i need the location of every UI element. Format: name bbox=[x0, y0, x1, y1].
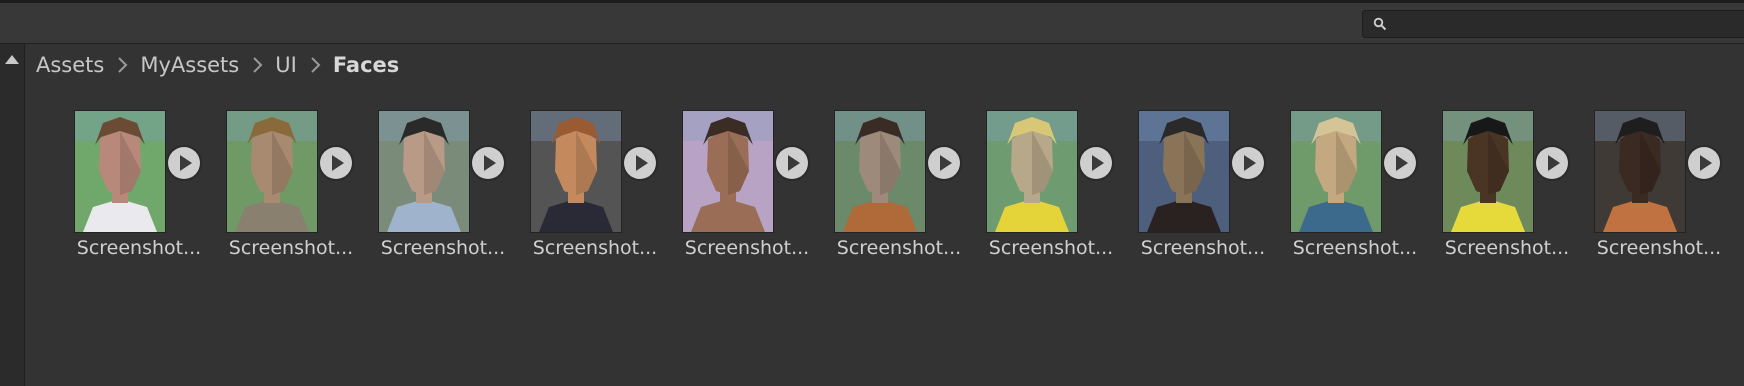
asset-thumbnail[interactable] bbox=[1442, 110, 1534, 233]
breadcrumb-item-myassets[interactable]: MyAssets bbox=[138, 53, 241, 77]
asset-tile[interactable]: Screenshot... bbox=[682, 110, 834, 270]
play-icon[interactable] bbox=[624, 147, 656, 179]
play-icon[interactable] bbox=[1536, 147, 1568, 179]
breadcrumb-item-ui[interactable]: UI bbox=[273, 53, 299, 77]
play-triangle bbox=[180, 155, 192, 171]
asset-tile[interactable]: Screenshot... bbox=[378, 110, 530, 270]
asset-tile[interactable]: Screenshot... bbox=[1290, 110, 1442, 270]
play-triangle bbox=[1700, 155, 1712, 171]
play-icon[interactable] bbox=[1384, 147, 1416, 179]
asset-tile[interactable]: Screenshot... bbox=[226, 110, 378, 270]
asset-tile[interactable]: Screenshot... bbox=[986, 110, 1138, 270]
play-triangle bbox=[940, 155, 952, 171]
breadcrumb: Assets MyAssets UI Faces bbox=[34, 48, 401, 82]
asset-thumbnail[interactable] bbox=[530, 110, 622, 233]
play-triangle bbox=[332, 155, 344, 171]
asset-label: Screenshot... bbox=[1140, 237, 1266, 259]
asset-label: Screenshot... bbox=[76, 237, 202, 259]
asset-thumbnail[interactable] bbox=[1594, 110, 1686, 233]
asset-tile[interactable]: Screenshot... bbox=[530, 110, 682, 270]
project-browser-window: Assets MyAssets UI Faces Screenshot... Sc… bbox=[0, 0, 1744, 386]
breadcrumb-item-assets[interactable]: Assets bbox=[34, 53, 106, 77]
search-icon bbox=[1373, 17, 1387, 31]
asset-label: Screenshot... bbox=[228, 237, 354, 259]
play-triangle bbox=[1548, 155, 1560, 171]
asset-label: Screenshot... bbox=[836, 237, 962, 259]
asset-label: Screenshot... bbox=[684, 237, 810, 259]
folder-tree-panel bbox=[0, 44, 25, 386]
play-triangle bbox=[1396, 155, 1408, 171]
search-field[interactable] bbox=[1362, 10, 1744, 38]
asset-thumbnail[interactable] bbox=[682, 110, 774, 233]
play-icon[interactable] bbox=[776, 147, 808, 179]
play-triangle bbox=[1244, 155, 1256, 171]
asset-label: Screenshot... bbox=[1292, 237, 1418, 259]
asset-thumbnail[interactable] bbox=[378, 110, 470, 233]
asset-tile[interactable]: Screenshot... bbox=[1138, 110, 1290, 270]
play-icon[interactable] bbox=[1080, 147, 1112, 179]
asset-label: Screenshot... bbox=[1596, 237, 1722, 259]
asset-label: Screenshot... bbox=[532, 237, 658, 259]
asset-grid: Screenshot... Screenshot... Screenshot... S… bbox=[25, 88, 1744, 386]
chevron-right-icon bbox=[253, 57, 263, 73]
play-triangle bbox=[1092, 155, 1104, 171]
play-icon[interactable] bbox=[320, 147, 352, 179]
asset-label: Screenshot... bbox=[988, 237, 1114, 259]
asset-thumbnail[interactable] bbox=[1138, 110, 1230, 233]
asset-thumbnail[interactable] bbox=[226, 110, 318, 233]
asset-tile[interactable]: Screenshot... bbox=[1442, 110, 1594, 270]
asset-thumbnail[interactable] bbox=[1290, 110, 1382, 233]
play-icon[interactable] bbox=[472, 147, 504, 179]
breadcrumb-item-faces[interactable]: Faces bbox=[331, 53, 401, 77]
chevron-right-icon bbox=[118, 57, 128, 73]
asset-tile[interactable]: Screenshot... bbox=[1594, 110, 1744, 270]
play-triangle bbox=[636, 155, 648, 171]
chevron-right-icon bbox=[311, 57, 321, 73]
asset-tile[interactable]: Screenshot... bbox=[834, 110, 986, 270]
collapse-up-arrow-icon[interactable] bbox=[5, 55, 19, 64]
play-icon[interactable] bbox=[928, 147, 960, 179]
play-icon[interactable] bbox=[1688, 147, 1720, 179]
project-toolbar bbox=[0, 3, 1744, 44]
play-icon[interactable] bbox=[168, 147, 200, 179]
asset-thumbnail[interactable] bbox=[986, 110, 1078, 233]
asset-tile[interactable]: Screenshot... bbox=[74, 110, 226, 270]
asset-label: Screenshot... bbox=[380, 237, 506, 259]
asset-thumbnail[interactable] bbox=[834, 110, 926, 233]
play-triangle bbox=[484, 155, 496, 171]
play-triangle bbox=[788, 155, 800, 171]
asset-thumbnail[interactable] bbox=[74, 110, 166, 233]
play-icon[interactable] bbox=[1232, 147, 1264, 179]
asset-label: Screenshot... bbox=[1444, 237, 1570, 259]
